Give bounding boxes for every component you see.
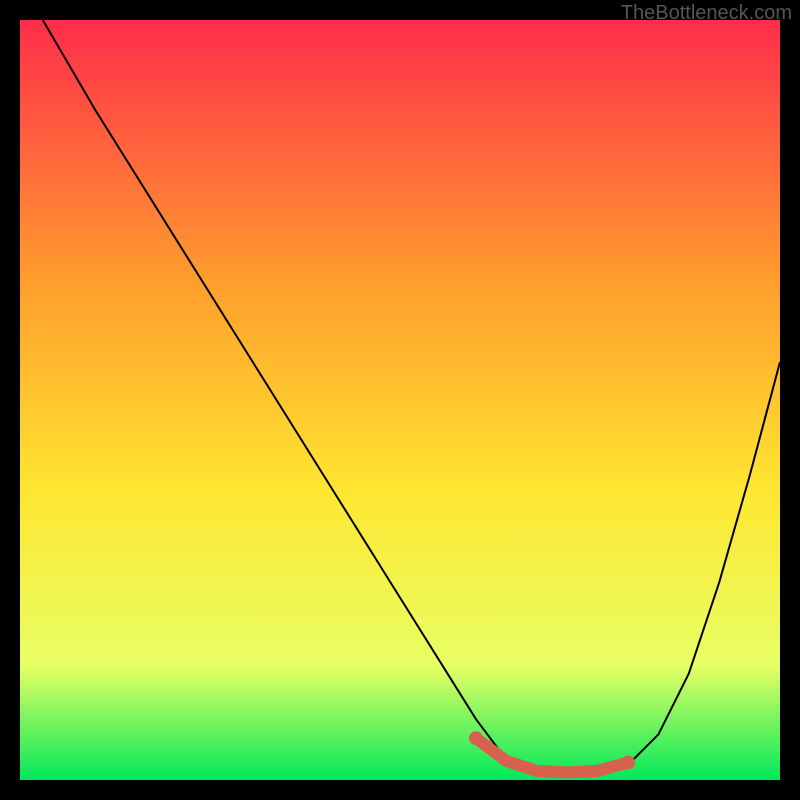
gradient-background	[20, 20, 780, 780]
chart-plot-area	[20, 20, 780, 780]
chart-svg	[20, 20, 780, 780]
chart-frame: TheBottleneck.com	[0, 0, 800, 800]
highlight-point-0	[469, 731, 483, 745]
highlight-point-1	[621, 756, 635, 770]
